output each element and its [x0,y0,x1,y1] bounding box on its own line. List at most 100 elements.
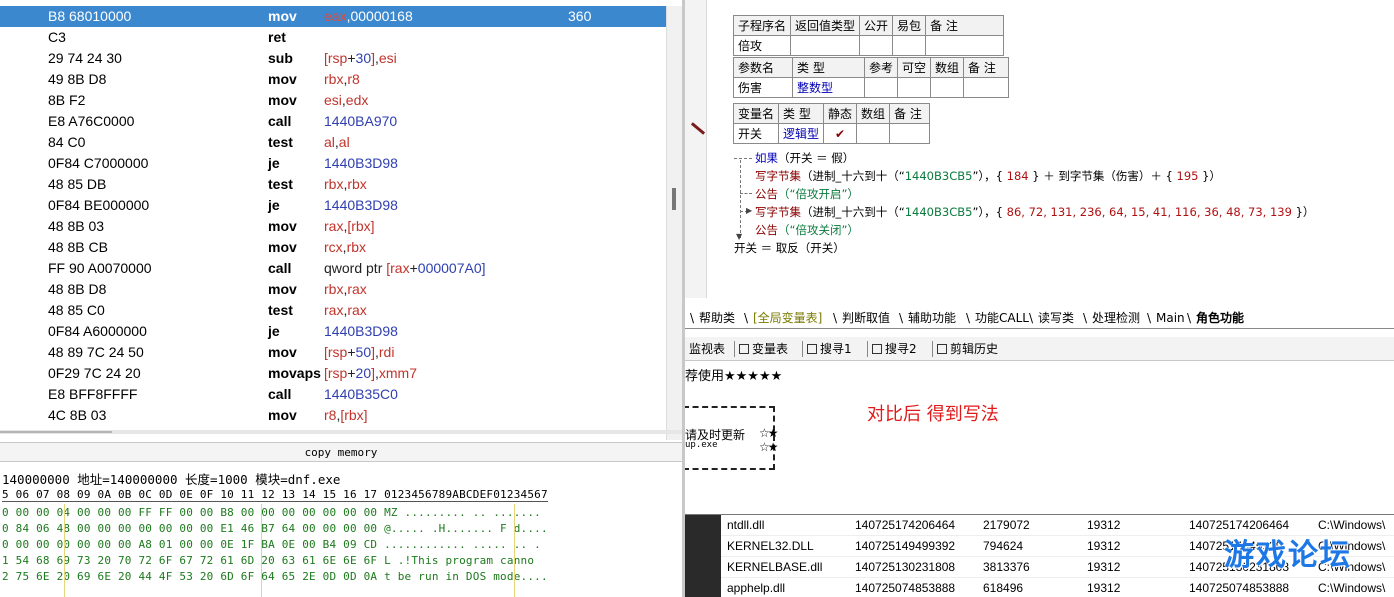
splitter-grip[interactable] [0,431,112,433]
param-optional-cell[interactable] [897,77,932,98]
tool-tab[interactable]: 变量表 [739,340,788,358]
module-tab[interactable]: 角色功能 [1196,309,1244,327]
header-cell: 子程序名 [732,15,792,36]
instruction-mnemonic: je [268,323,280,339]
instruction-operands: rax,rax [324,300,367,321]
variable-type[interactable]: 逻辑型 [778,123,825,144]
instruction-bytes: 48 8B CB [48,239,108,255]
disasm-row[interactable]: 84 C0 test al,al [0,132,666,153]
instruction-bytes: 48 8B D8 [48,281,107,297]
instruction-bytes: 8B F2 [48,92,86,108]
module-tab[interactable]: [全局变量表] [753,309,822,327]
package-cell[interactable] [892,35,927,56]
disasm-row[interactable]: E8 A76C0000 call 1440BA970 [0,111,666,132]
code-text: （进制_十六到十（“ [801,169,905,183]
instruction-operands: rax,[rbx] [324,216,375,237]
instruction-mnemonic: je [268,197,280,213]
recommend-text: 荐使用★★★★★ [685,369,783,384]
param-name[interactable]: 伤害 [733,77,793,98]
string-literal: 1440B3CB5 [904,205,973,219]
static-check-icon[interactable]: ✔ [823,123,858,144]
param-type[interactable]: 整数型 [792,77,865,98]
code-line-announce-off[interactable]: 公告（“倍攻关闭”） [755,222,859,238]
module-tab[interactable]: 判断取值 [842,309,890,327]
disasm-row[interactable]: 48 8B D8 mov rbx,rax [0,279,666,300]
instruction-bytes: 29 74 24 30 [48,50,122,66]
memory-row[interactable]: 0 84 06 48 00 00 00 00 00 00 00 E1 46 B7… [2,522,548,535]
variable-remark-cell[interactable] [889,123,931,144]
module-row[interactable]: apphelp.dll 140725074853888 618496 19312 140… [721,578,1394,597]
disasm-row[interactable]: 48 85 DB test rbx,rbx [0,174,666,195]
disasm-row[interactable]: 48 8B CB mov rcx,rbx [0,237,666,258]
disasm-row[interactable]: 0F29 7C 24 20 movaps [rsp+20],xmm7 [0,363,666,384]
scrollbar-thumb[interactable] [672,188,676,210]
instruction-operands: 1440B3D98 [324,195,398,216]
tab-icon [739,344,749,354]
operand-token: r8 [324,407,337,423]
disasm-row[interactable]: 29 74 24 30 sub [rsp+30],esi [0,48,666,69]
disasm-row[interactable]: 4C 8B 03 mov r8,[rbx] [0,405,666,426]
disasm-row[interactable]: 0F84 C7000000 je 1440B3D98 [0,153,666,174]
instruction-bytes: 48 89 7C 24 50 [48,344,144,360]
subroutine-name[interactable]: 倍攻 [732,35,792,56]
instruction-bytes: E8 A76C0000 [48,113,135,129]
tab-divider: \ [1029,311,1034,325]
variable-array-cell[interactable] [856,123,891,144]
tool-tab[interactable]: 监视表 [689,340,725,358]
pane-splitter[interactable] [0,430,682,434]
operand-token: [rbx] [340,407,368,423]
code-line-toggle[interactable]: 开关 ＝ 取反（开关） [734,240,845,256]
remark-cell[interactable] [925,35,1005,56]
module-tab[interactable]: 帮助类 [699,309,735,327]
code-line-write-open[interactable]: 写字节集（进制_十六到十（“1440B3CB5”），{ 184 } ＋ 到字节集… [755,168,1221,184]
tab-icon [937,344,947,354]
tool-tab[interactable]: 剪辑历史 [937,340,998,358]
instruction-operands: 1440B3D98 [324,321,398,342]
operand-token: + [409,260,418,276]
flow-guide-line [734,158,752,159]
disassembly-view[interactable]: B8 68010000 mov eax,00000168 360 C3 ret 29 74 … [0,6,666,428]
param-array-cell[interactable] [930,77,965,98]
code-line-write-close[interactable]: 写字节集（进制_十六到十（“1440B3CB5”），{ 86, 72, 131,… [755,204,1314,220]
header-cell: 备 注 [889,103,931,124]
disassembly-scrollbar[interactable] [666,6,682,440]
memory-row[interactable]: 1 54 68 69 73 20 70 72 6F 67 72 61 6D 20… [2,554,534,567]
disasm-row[interactable]: B8 68010000 mov eax,00000168 360 [0,6,666,27]
module-tab[interactable]: 读写类 [1038,309,1074,327]
disasm-row[interactable]: C3 ret [0,27,666,48]
memory-row[interactable]: 2 75 6E 20 69 6E 20 44 4F 53 20 6D 6F 64… [2,570,548,583]
module-tab[interactable]: Main [1156,309,1185,327]
module-cell: 2179072 [983,518,1030,532]
module-tab[interactable]: 处理检测 [1092,309,1140,327]
module-tab[interactable]: 辅助功能 [908,309,956,327]
operand-token: + [347,365,356,381]
param-ref-cell[interactable] [863,77,899,98]
disasm-row[interactable]: 48 8B 03 mov rax,[rbx] [0,216,666,237]
disasm-row[interactable]: 8B F2 mov esi,edx [0,90,666,111]
disasm-row[interactable]: FF 90 A0070000 call qword ptr [rax+000007A… [0,258,666,279]
disasm-row[interactable]: 49 8B D8 mov rbx,r8 [0,69,666,90]
code-line-if[interactable]: 如果（开关 ＝ 假） [755,150,854,166]
operand-token: rbx [347,176,367,192]
disasm-row[interactable]: 0F84 A6000000 je 1440B3D98 [0,321,666,342]
header-cell: 参数名 [733,57,793,78]
return-type-cell[interactable] [790,35,861,56]
code-text: （开关 ＝ 假） [778,151,855,165]
param-remark-cell[interactable] [963,77,1010,98]
tool-tab[interactable]: 搜寻1 [807,340,852,358]
arrow-right-icon: ▶ [746,206,753,215]
disasm-row[interactable]: 0F84 BE000000 je 1440B3D98 [0,195,666,216]
disasm-row[interactable]: 48 85 C0 test rax,rax [0,300,666,321]
code-line-announce-on[interactable]: 公告（“倍攻开启”） [755,186,859,202]
disasm-row[interactable]: E8 BFF8FFFF call 1440B35C0 [0,384,666,405]
memory-row[interactable]: 0 00 00 04 00 00 00 FF FF 00 00 B8 00 00… [2,506,541,519]
public-cell[interactable] [859,35,894,56]
disasm-row[interactable]: 48 89 7C 24 50 mov [rsp+50],rdi [0,342,666,363]
memory-dump[interactable]: 140000000 地址=140000000 长度=1000 模块=dnf.ex… [0,464,682,597]
memory-row[interactable]: 0 00 00 00 00 00 00 A8 01 00 00 0E 1F BA… [2,538,541,551]
variable-name[interactable]: 开关 [732,123,780,144]
instruction-mnemonic: mov [268,71,297,87]
module-tab[interactable]: 功能CALL [975,309,1029,327]
tool-tab[interactable]: 搜寻2 [872,340,917,358]
code-text: }） [1291,205,1315,219]
